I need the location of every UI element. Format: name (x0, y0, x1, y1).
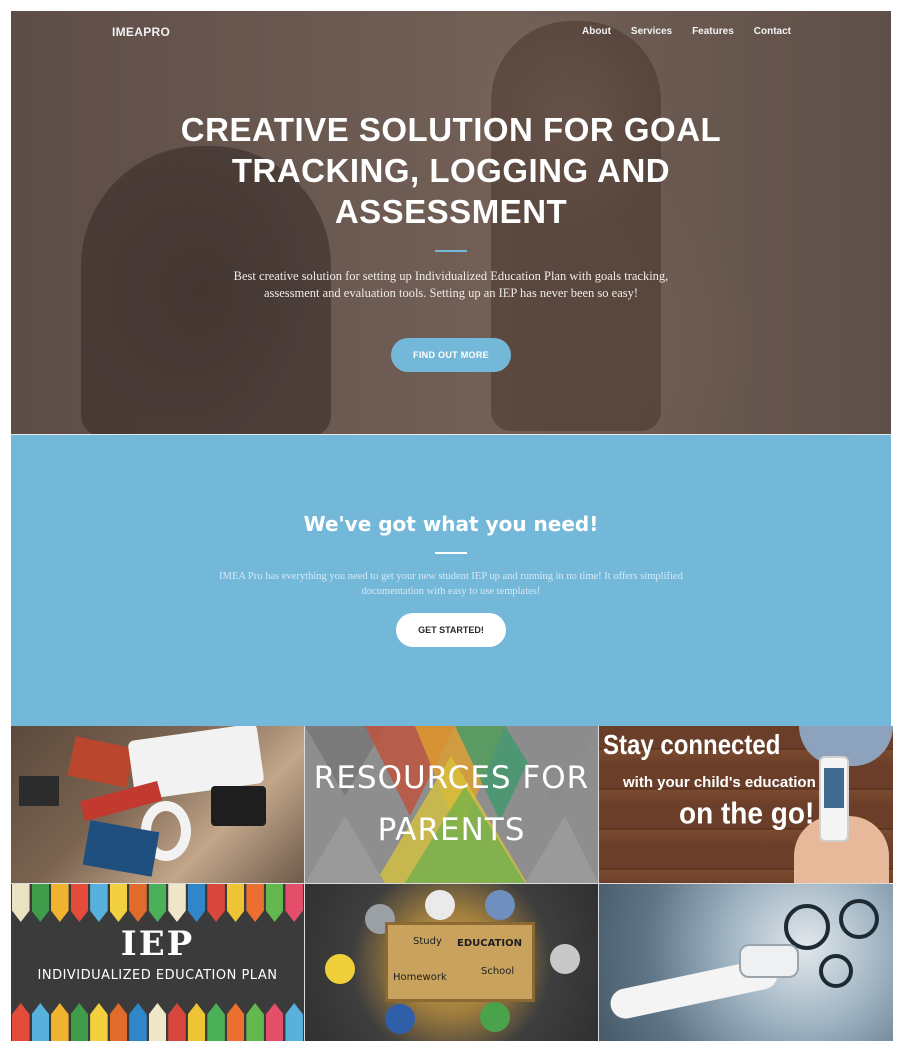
table-image (385, 922, 535, 1002)
portfolio-item-resources[interactable]: RESOURCES FOR PARENTS (305, 726, 598, 883)
person-image (425, 890, 455, 920)
nav-link-contact[interactable]: Contact (754, 26, 791, 37)
portfolio-item-branding[interactable] (11, 726, 304, 883)
portfolio-item-stay-connected[interactable]: Stay connected with your child's educati… (599, 726, 893, 883)
navbar: IMEAPRO About Services Features Contact (11, 11, 891, 55)
iep-subtitle: INDIVIDUALIZED EDUCATION PLAN (37, 968, 278, 983)
resources-line-1: RESOURCES FOR (313, 760, 590, 796)
hero-content: CREATIVE SOLUTION FOR GOAL TRACKING, LOG… (11, 109, 891, 372)
portfolio-grid: RESOURCES FOR PARENTS Stay connected wit… (11, 726, 893, 1041)
resources-line-2: PARENTS (377, 812, 526, 848)
nav-links: About Services Features Contact (582, 26, 791, 37)
phone-screen (824, 768, 844, 808)
about-title: We've got what you need! (303, 512, 599, 536)
hero-section: IMEAPRO About Services Features Contact … (11, 11, 891, 434)
about-description: IMEA Pro has everything you need to get … (219, 571, 683, 597)
person-image (485, 890, 515, 920)
person-image (550, 944, 580, 974)
card-image (19, 776, 59, 806)
gear-icon (839, 899, 879, 939)
about-divider (435, 552, 467, 554)
hero-title: CREATIVE SOLUTION FOR GOAL TRACKING, LOG… (180, 111, 722, 230)
about-section: We've got what you need! IMEA Pro has ev… (11, 434, 891, 726)
robot-hand-image (739, 944, 799, 978)
get-started-button[interactable]: GET STARTED! (396, 613, 506, 647)
stay-connected-line-3: on the go! (679, 796, 815, 831)
stay-connected-line-2: with your child's education (623, 774, 816, 791)
camera-image (211, 786, 266, 826)
portfolio-item-robot[interactable] (599, 884, 893, 1041)
pencils-top-image (11, 884, 304, 922)
person-image (325, 954, 355, 984)
nav-link-services[interactable]: Services (631, 26, 672, 37)
stay-connected-line-1: Stay connected (603, 730, 781, 762)
homework-label: Homework (393, 972, 447, 983)
gear-icon (784, 904, 830, 950)
education-label: EDUCATION (457, 938, 522, 949)
portfolio-item-education[interactable]: Study EDUCATION Homework School (305, 884, 598, 1041)
pencils-bottom-image (11, 1003, 304, 1041)
book-image (67, 736, 135, 788)
nav-link-features[interactable]: Features (692, 26, 734, 37)
hero-description: Best creative solution for setting up In… (233, 269, 669, 300)
nav-link-about[interactable]: About (582, 26, 611, 37)
study-label: Study (413, 936, 442, 947)
portfolio-item-iep[interactable]: IEP INDIVIDUALIZED EDUCATION PLAN (11, 884, 304, 1041)
resources-caption: RESOURCES FOR PARENTS (305, 752, 598, 856)
person-image (480, 1002, 510, 1032)
find-out-more-button[interactable]: FIND OUT MORE (391, 338, 511, 372)
brand-logo[interactable]: IMEAPRO (112, 25, 170, 39)
phone-image (819, 756, 849, 842)
school-label: School (481, 966, 515, 977)
iep-title: IEP (120, 924, 195, 964)
hero-divider (435, 250, 467, 252)
gear-icon (819, 954, 853, 988)
page: IMEAPRO About Services Features Contact … (11, 11, 893, 1041)
person-image (385, 1004, 415, 1034)
